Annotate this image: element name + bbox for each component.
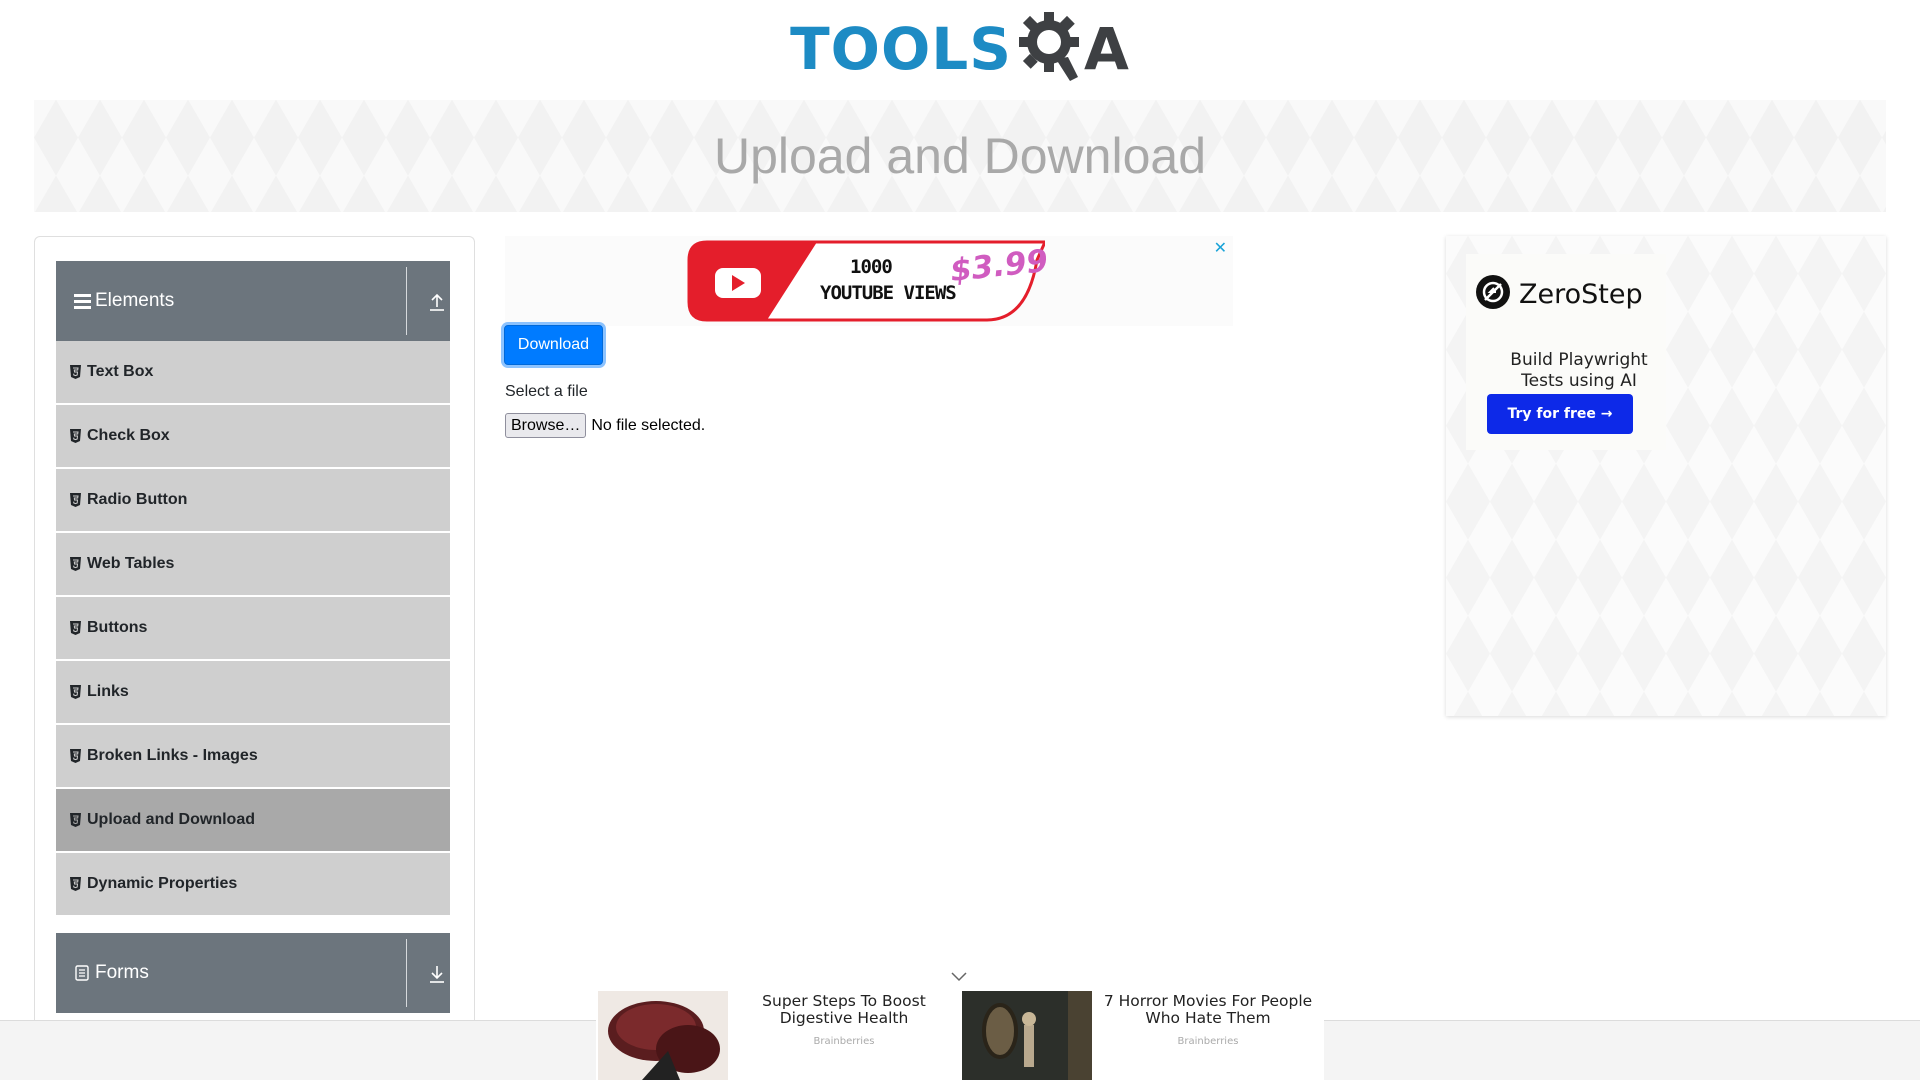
menu-item-label: Radio Button xyxy=(87,491,188,508)
menu-item-label: Web Tables xyxy=(87,555,175,572)
left-sidebar: Elements Text Box Check Box Radio Button… xyxy=(34,236,475,1080)
zerostep-logo-icon xyxy=(1475,274,1511,315)
ad-views-label: YOUTUBE VIEWS xyxy=(820,282,957,304)
menu-item-label: Buttons xyxy=(87,619,148,636)
close-icon[interactable]: ✕ xyxy=(1214,238,1227,257)
menu-item-label: Text Box xyxy=(87,363,154,380)
ad-title: 7 Horror Movies For People Who Hate Them xyxy=(1103,992,1313,1027)
page-title: Upload and Download xyxy=(713,128,1207,184)
menu-item-buttons[interactable]: Buttons xyxy=(56,597,450,659)
logo-text-tools: TOOLS xyxy=(790,15,1012,83)
html5-icon xyxy=(69,556,81,572)
download-button[interactable]: Download xyxy=(504,325,603,365)
top-advertisement[interactable]: 1000 YOUTUBE VIEWS $3.99 ✕ xyxy=(505,236,1233,326)
browse-button[interactable]: Browse… xyxy=(505,413,587,438)
gear-q-icon xyxy=(1016,7,1082,92)
group-header-elements[interactable]: Elements xyxy=(56,261,450,341)
ad-source: Brainberries xyxy=(813,1036,875,1047)
native-ad-strip: Super Steps To Boost Digestive Health Br… xyxy=(596,991,1324,1080)
ad-thumbnail-image xyxy=(598,991,728,1080)
menu-item-upload-and-download[interactable]: Upload and Download xyxy=(56,789,450,851)
menu-item-label: Upload and Download xyxy=(87,811,255,828)
tagline-line-2: Tests using AI xyxy=(1521,371,1637,391)
html5-icon xyxy=(69,812,81,828)
html5-icon xyxy=(69,748,81,764)
collapse-up-icon[interactable] xyxy=(428,293,446,311)
menu-item-label: Check Box xyxy=(87,427,170,444)
menu-item-text-box[interactable]: Text Box xyxy=(56,341,450,403)
html5-icon xyxy=(69,364,81,380)
html5-icon xyxy=(69,620,81,636)
html5-icon xyxy=(69,876,81,892)
tagline-line-1: Build Playwright xyxy=(1510,350,1648,370)
file-upload-input[interactable]: Browse… No file selected. xyxy=(505,413,705,438)
expand-down-icon[interactable] xyxy=(428,965,446,983)
group-title-elements: Elements xyxy=(95,290,175,311)
zerostep-name: ZeroStep xyxy=(1519,279,1643,310)
ad-thumbnail-image xyxy=(962,991,1092,1080)
zerostep-tagline: Build Playwright Tests using AI xyxy=(1466,350,1692,392)
document-icon xyxy=(73,965,91,981)
menu-item-label: Links xyxy=(87,683,129,700)
zerostep-brand: ZeroStep xyxy=(1475,274,1643,315)
menu-item-label: Dynamic Properties xyxy=(87,875,238,892)
ad-views-count: 1000 xyxy=(850,256,893,278)
html5-icon xyxy=(69,492,81,508)
page-banner: Upload and Download xyxy=(34,100,1886,212)
menu-item-label: Broken Links - Images xyxy=(87,747,258,764)
menu-item-broken-links-images[interactable]: Broken Links - Images xyxy=(56,725,450,787)
menu-item-dynamic-properties[interactable]: Dynamic Properties xyxy=(56,853,450,915)
toolsqa-logo[interactable]: TOOLS A xyxy=(790,7,1130,92)
menu-item-check-box[interactable]: Check Box xyxy=(56,405,450,467)
hamburger-icon xyxy=(73,293,91,309)
try-for-free-button[interactable]: Try for free → xyxy=(1487,394,1633,434)
ad-title: Super Steps To Boost Digestive Health xyxy=(762,992,926,1027)
chevron-down-icon[interactable] xyxy=(950,970,968,984)
menu-item-web-tables[interactable]: Web Tables xyxy=(56,533,450,595)
site-header: TOOLS A xyxy=(0,0,1920,98)
logo-text-a: A xyxy=(1084,15,1130,83)
group-header-forms[interactable]: Forms xyxy=(56,933,450,1013)
native-ad-item[interactable]: 7 Horror Movies For People Who Hate Them… xyxy=(960,991,1324,1080)
file-status-text: No file selected. xyxy=(591,416,706,434)
html5-icon xyxy=(69,428,81,444)
ad-source: Brainberries xyxy=(1177,1036,1239,1047)
html5-icon xyxy=(69,684,81,700)
group-title-forms: Forms xyxy=(95,962,149,983)
upload-file-label: Select a file xyxy=(505,383,588,400)
header-divider xyxy=(406,267,407,335)
right-advertisement[interactable]: ZeroStep Build Playwright Tests using AI… xyxy=(1446,236,1886,716)
header-divider xyxy=(406,939,407,1007)
elements-menu-list: Text Box Check Box Radio Button Web Tabl… xyxy=(56,341,450,917)
menu-item-radio-button[interactable]: Radio Button xyxy=(56,469,450,531)
menu-item-links[interactable]: Links xyxy=(56,661,450,723)
native-ad-item[interactable]: Super Steps To Boost Digestive Health Br… xyxy=(596,991,960,1080)
